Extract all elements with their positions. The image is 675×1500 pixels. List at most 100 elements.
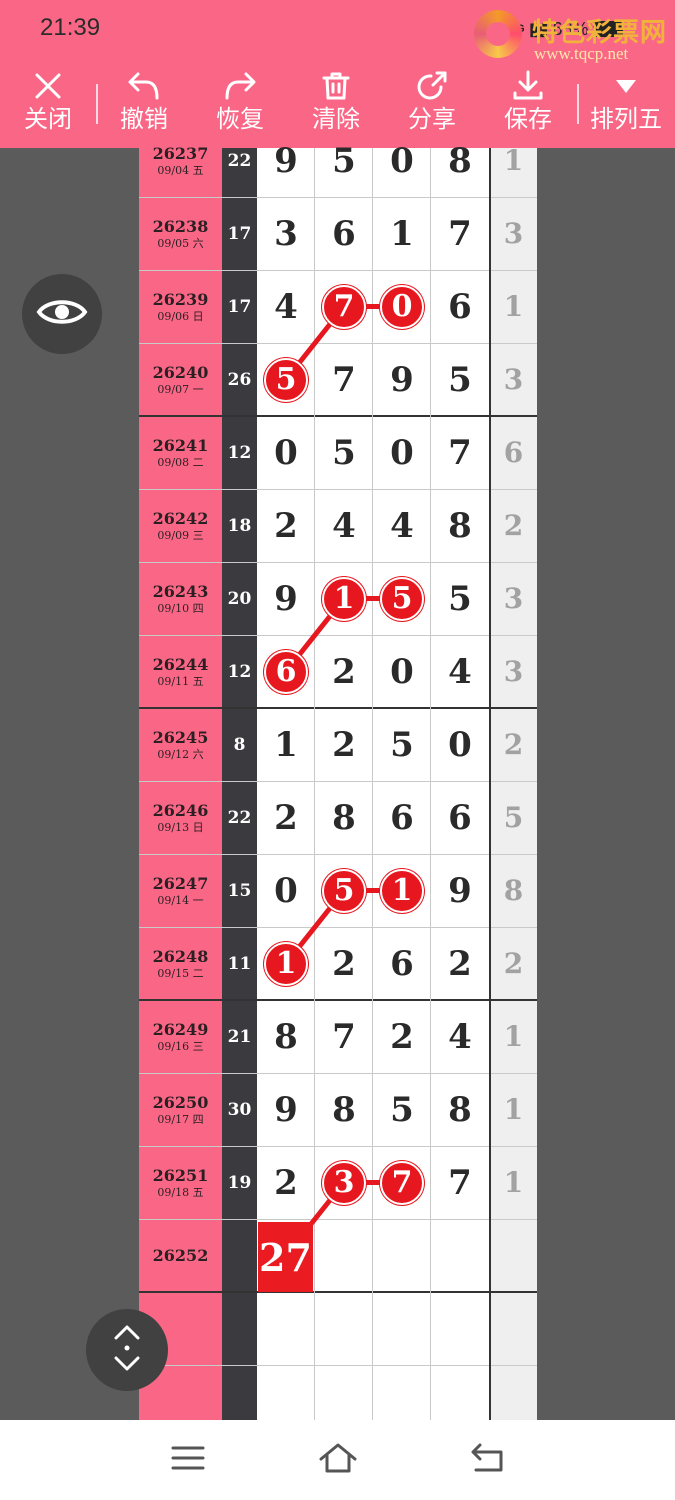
digit-cell[interactable] — [431, 1219, 489, 1292]
extra-cell: 6 — [503, 436, 524, 469]
digit-cell[interactable]: 2 — [315, 635, 373, 708]
sum-cell: 17 — [227, 223, 252, 244]
digit-cell[interactable]: 8 — [315, 1073, 373, 1146]
period-number: 26241 — [152, 435, 209, 455]
period-number: 26251 — [152, 1165, 209, 1185]
digit-cell[interactable]: 7 — [431, 416, 489, 489]
circled-number[interactable]: 7 — [380, 1160, 424, 1205]
period-number: 26239 — [152, 289, 209, 309]
digit-cell[interactable]: 8 — [431, 124, 489, 197]
scroll-toggle-button[interactable] — [86, 1309, 168, 1391]
digit-cell[interactable]: 9 — [257, 562, 315, 635]
digit-cell[interactable]: 9 — [257, 124, 315, 197]
digit-cell[interactable]: 5 — [373, 708, 431, 781]
watermark: 特色彩票网 www.tqcp.net — [474, 8, 669, 66]
sum-cell: 21 — [227, 1026, 252, 1047]
circled-number[interactable]: 6 — [264, 649, 308, 694]
extra-cell: 3 — [503, 217, 524, 250]
digit-cell[interactable]: 8 — [257, 1000, 315, 1073]
digit-cell[interactable]: 0 — [373, 416, 431, 489]
digit-cell[interactable]: 6 — [315, 197, 373, 270]
digit-cell[interactable] — [315, 1292, 373, 1365]
digit-cell[interactable]: 2 — [315, 708, 373, 781]
digit-cell[interactable]: 5 — [315, 124, 373, 197]
digit-cell[interactable]: 4 — [373, 489, 431, 562]
circled-number[interactable]: 0 — [380, 284, 424, 329]
lottery-type-dropdown[interactable]: 排列五 — [580, 66, 672, 142]
sum-cell: 19 — [227, 1172, 252, 1193]
digit-cell[interactable]: 0 — [373, 635, 431, 708]
eye-toggle-button[interactable] — [22, 274, 102, 354]
digit-cell[interactable]: 5 — [373, 1073, 431, 1146]
digit-cell[interactable] — [373, 1292, 431, 1365]
table-row: 2624409/11 五1262043 — [139, 635, 537, 708]
circled-number[interactable]: 3 — [322, 1160, 366, 1205]
digit-cell[interactable]: 1 — [257, 708, 315, 781]
digit-cell[interactable]: 7 — [431, 1146, 489, 1219]
digit-cell[interactable]: 0 — [257, 416, 315, 489]
digit-cell[interactable]: 4 — [315, 489, 373, 562]
period-date: 09/14 一 — [157, 893, 204, 907]
digit-cell[interactable]: 5 — [315, 416, 373, 489]
extra-cell: 5 — [503, 801, 524, 834]
digit-cell[interactable]: 1 — [373, 197, 431, 270]
back-button[interactable] — [458, 1440, 518, 1480]
close-button[interactable]: 关闭 — [2, 66, 94, 142]
digit-cell[interactable]: 5 — [431, 343, 489, 416]
digit-cell[interactable]: 4 — [431, 635, 489, 708]
digit-cell[interactable]: 2 — [315, 927, 373, 1000]
digit-cell[interactable]: 3 — [257, 197, 315, 270]
digit-cell[interactable]: 2 — [257, 489, 315, 562]
extra-cell — [490, 1219, 537, 1292]
digit-cell[interactable]: 9 — [257, 1073, 315, 1146]
prediction-cell[interactable]: 27 — [258, 1222, 313, 1292]
circled-number[interactable]: 1 — [322, 576, 366, 621]
period-cell: 26237 09/04 五 — [139, 124, 222, 197]
digit-cell[interactable]: 4 — [257, 270, 315, 343]
digit-cell[interactable] — [373, 1219, 431, 1292]
digit-cell[interactable]: 0 — [257, 854, 315, 927]
digit-cell[interactable] — [431, 1292, 489, 1365]
circled-number[interactable]: 5 — [380, 576, 424, 621]
digit-cell[interactable]: 6 — [431, 270, 489, 343]
home-button[interactable] — [308, 1440, 368, 1480]
digit-cell[interactable] — [257, 1292, 315, 1365]
digit-cell[interactable]: 6 — [373, 927, 431, 1000]
digit-cell[interactable]: 8 — [431, 1073, 489, 1146]
digit-cell[interactable] — [315, 1219, 373, 1292]
sum-cell: 22 — [227, 150, 252, 171]
digit-cell[interactable]: 0 — [431, 708, 489, 781]
digit-cell[interactable]: 6 — [373, 781, 431, 854]
digit-cell[interactable]: 2 — [257, 781, 315, 854]
period-cell: 26246 09/13 日 — [139, 781, 222, 854]
sum-cell: 12 — [227, 442, 252, 463]
digit-cell[interactable]: 0 — [373, 124, 431, 197]
circled-number[interactable]: 5 — [322, 868, 366, 913]
table-row: 26242 09/09 三 18 2 4 4 8 2 — [139, 489, 537, 562]
recent-apps-button[interactable] — [158, 1440, 218, 1480]
digit-cell[interactable]: 7 — [315, 343, 373, 416]
digit-cell[interactable]: 2 — [373, 1000, 431, 1073]
table-row: 26249 09/16 三 21 8 7 2 4 1 — [139, 1000, 537, 1073]
sum-cell: 20 — [227, 588, 252, 609]
digit-cell[interactable]: 9 — [431, 854, 489, 927]
digit-cell[interactable]: 5 — [431, 562, 489, 635]
circled-number[interactable]: 5 — [264, 357, 308, 402]
undo-icon — [126, 66, 162, 106]
digit-cell[interactable]: 7 — [315, 1000, 373, 1073]
close-label: 关闭 — [24, 105, 72, 133]
digit-cell[interactable]: 9 — [373, 343, 431, 416]
digit-cell[interactable]: 2 — [257, 1146, 315, 1219]
digit-cell[interactable]: 4 — [431, 1000, 489, 1073]
digit-cell[interactable]: 8 — [431, 489, 489, 562]
digit-cell[interactable]: 2 — [431, 927, 489, 1000]
circled-number[interactable]: 1 — [264, 941, 308, 986]
circled-number[interactable]: 1 — [380, 868, 424, 913]
table-row: 26237 09/04 五 22 9 5 0 8 1 — [139, 124, 537, 197]
digit-cell[interactable]: 7 — [431, 197, 489, 270]
extra-cell: 1 — [503, 1093, 524, 1126]
circled-number[interactable]: 7 — [322, 284, 366, 329]
table-row: 26238 09/05 六 17 3 6 1 7 3 — [139, 197, 537, 270]
digit-cell[interactable]: 6 — [431, 781, 489, 854]
digit-cell[interactable]: 8 — [315, 781, 373, 854]
